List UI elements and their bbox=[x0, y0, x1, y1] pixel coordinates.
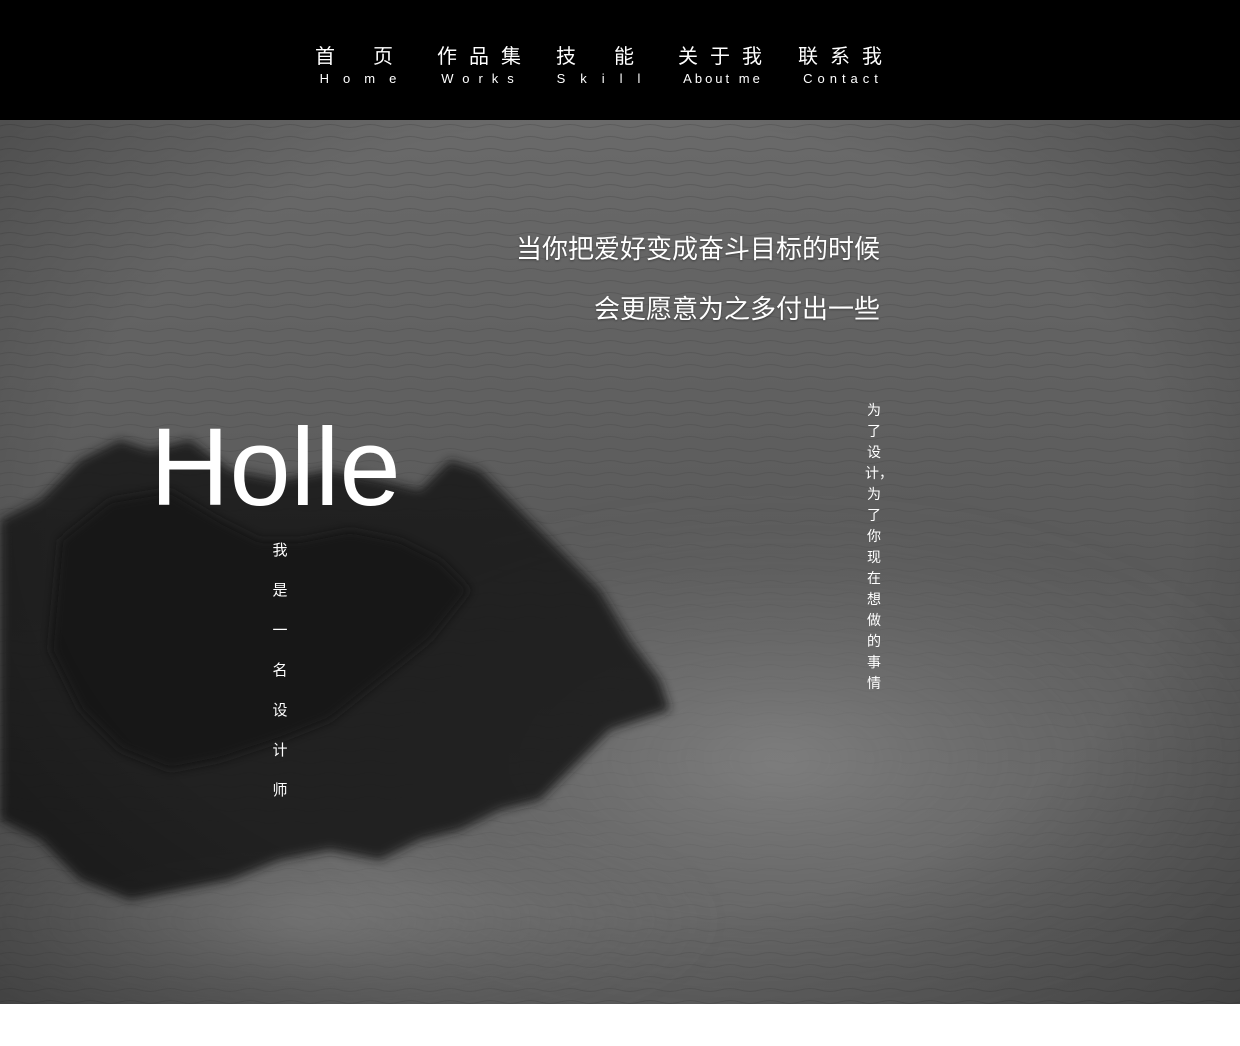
nav-item-about-label-zh: 关于我 bbox=[678, 44, 774, 68]
intro-vertical-text: 我是一名设计师 bbox=[272, 541, 288, 799]
nav-item-works-label-zh: 作品集 bbox=[437, 44, 533, 68]
nav-item-contact-label-en: Contact bbox=[803, 71, 883, 86]
hero-quote-line-2: 会更愿意为之多付出一些 bbox=[593, 295, 880, 325]
nav-item-contact-label-zh: 联系我 bbox=[798, 44, 894, 68]
nav-item-home-label-zh: 首页 bbox=[315, 44, 431, 68]
nav-item-about[interactable]: 关于我 About me bbox=[678, 44, 768, 87]
nav-item-skill[interactable]: 技能 Skill bbox=[556, 44, 656, 87]
hero-greeting: Holle bbox=[150, 406, 401, 529]
nav-item-skill-label-en: Skill bbox=[556, 71, 656, 86]
top-navigation: 首页 Home 作品集 Works 技能 Skill 关于我 About me … bbox=[0, 0, 1240, 120]
nav-item-home-label-en: Home bbox=[319, 71, 411, 86]
nav-item-skill-label-zh: 技能 bbox=[556, 44, 672, 68]
hero-banner: 当你把爱好变成奋斗目标的时候 会更愿意为之多付出一些 Holle 我是一名设计师… bbox=[0, 120, 1240, 1004]
nav-item-home[interactable]: 首页 Home bbox=[315, 44, 415, 87]
hero-quote-line-1: 当你把爱好变成奋斗目标的时候 bbox=[515, 235, 880, 265]
nav-item-works-label-en: Works bbox=[441, 71, 523, 86]
nav-item-works[interactable]: 作品集 Works bbox=[437, 44, 527, 87]
nav-item-contact[interactable]: 联系我 Contact bbox=[798, 44, 888, 87]
nav-item-about-label-en: About me bbox=[683, 71, 763, 86]
motto-vertical-text: 为了设计，为了你现在想做的事情 bbox=[865, 403, 893, 692]
